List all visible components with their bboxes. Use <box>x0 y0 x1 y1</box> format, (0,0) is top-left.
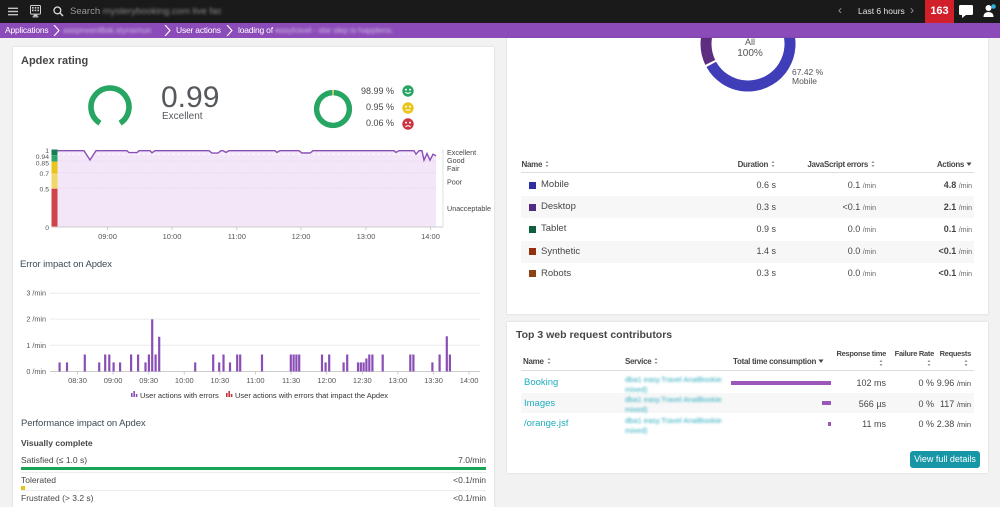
svg-text:13:30: 13:30 <box>424 376 443 385</box>
svg-text:09:00: 09:00 <box>98 232 117 241</box>
svg-text:11:00: 11:00 <box>228 232 246 241</box>
svg-text:0.7: 0.7 <box>40 171 50 178</box>
svg-text:0 /min: 0 /min <box>26 367 46 376</box>
svg-text:14:00: 14:00 <box>421 232 440 241</box>
svg-text:11:30: 11:30 <box>282 376 300 385</box>
svg-text:10:30: 10:30 <box>211 376 230 385</box>
svg-text:Unacceptable: Unacceptable <box>447 204 491 213</box>
svg-text:08:30: 08:30 <box>68 376 87 385</box>
svg-text:Poor: Poor <box>447 178 463 187</box>
svg-text:Fair: Fair <box>447 164 460 173</box>
svg-text:10:00: 10:00 <box>175 376 194 385</box>
svg-text:User actions with errors: User actions with errors <box>140 391 219 400</box>
svg-text:1 /min: 1 /min <box>26 341 46 350</box>
svg-text:2 /min: 2 /min <box>26 315 46 324</box>
svg-text:13:00: 13:00 <box>357 232 376 241</box>
svg-text:09:30: 09:30 <box>139 376 158 385</box>
svg-text:09:00: 09:00 <box>104 376 123 385</box>
svg-text:User actions with errors that: User actions with errors that impact the… <box>235 391 388 400</box>
svg-text:10:00: 10:00 <box>163 232 182 241</box>
svg-text:12:30: 12:30 <box>353 376 372 385</box>
svg-text:12:00: 12:00 <box>292 232 311 241</box>
svg-text:13:00: 13:00 <box>389 376 408 385</box>
svg-text:0.85: 0.85 <box>36 161 49 168</box>
svg-text:0: 0 <box>45 225 49 232</box>
svg-text:14:00: 14:00 <box>460 376 479 385</box>
svg-text:11:00: 11:00 <box>246 376 264 385</box>
svg-text:3 /min: 3 /min <box>26 289 46 298</box>
svg-text:12:00: 12:00 <box>317 376 336 385</box>
svg-text:0.5: 0.5 <box>40 187 50 194</box>
